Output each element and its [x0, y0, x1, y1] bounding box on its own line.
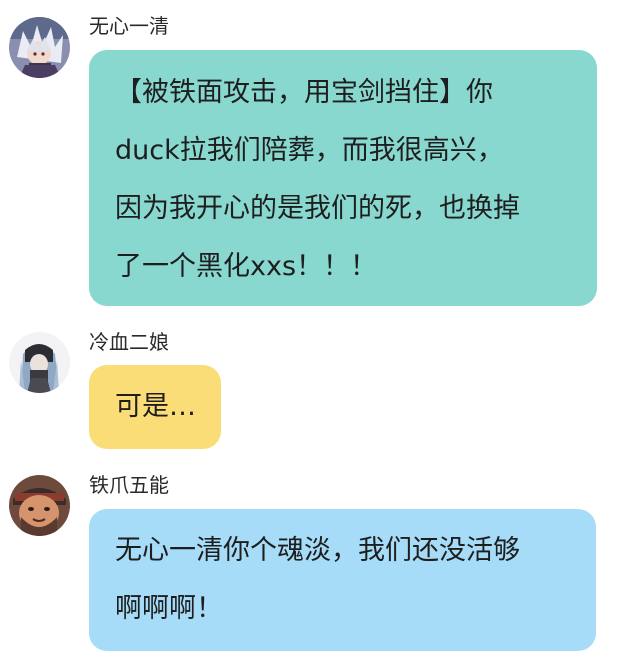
- anime-character-avatar-icon[interactable]: [9, 17, 70, 78]
- sender-name: 铁爪五能: [89, 473, 169, 497]
- bearded-character-avatar-icon[interactable]: [9, 475, 70, 536]
- message-bubble[interactable]: 【被铁面攻击，用宝剑挡住】你 duck拉我们陪葬，而我很高兴， 因为我开心的是我…: [89, 50, 597, 306]
- message-line: 可是…: [115, 391, 196, 422]
- message-bubble[interactable]: 无心一清你个魂淡，我们还没活够 啊啊啊！: [89, 509, 596, 651]
- long-hair-character-avatar-icon[interactable]: [9, 332, 70, 393]
- message-line: 了一个黑化xxs！！！: [115, 251, 378, 282]
- message-line: 无心一清你个魂淡，我们还没活够: [115, 535, 520, 566]
- message-bubble[interactable]: 可是…: [89, 365, 221, 449]
- sender-name: 冷血二娘: [89, 330, 169, 354]
- chat-thread: 无心一清 【被铁面攻击，用宝剑挡住】你 duck拉我们陪葬，而我很高兴， 因为我…: [0, 0, 640, 664]
- message-line: duck拉我们陪葬，而我很高兴，: [115, 135, 504, 166]
- message-line: 【被铁面攻击，用宝剑挡住】你: [115, 77, 493, 108]
- message-line: 因为我开心的是我们的死，也换掉: [115, 193, 520, 224]
- sender-name: 无心一清: [89, 14, 169, 38]
- message-line: 啊啊啊！: [115, 593, 223, 624]
